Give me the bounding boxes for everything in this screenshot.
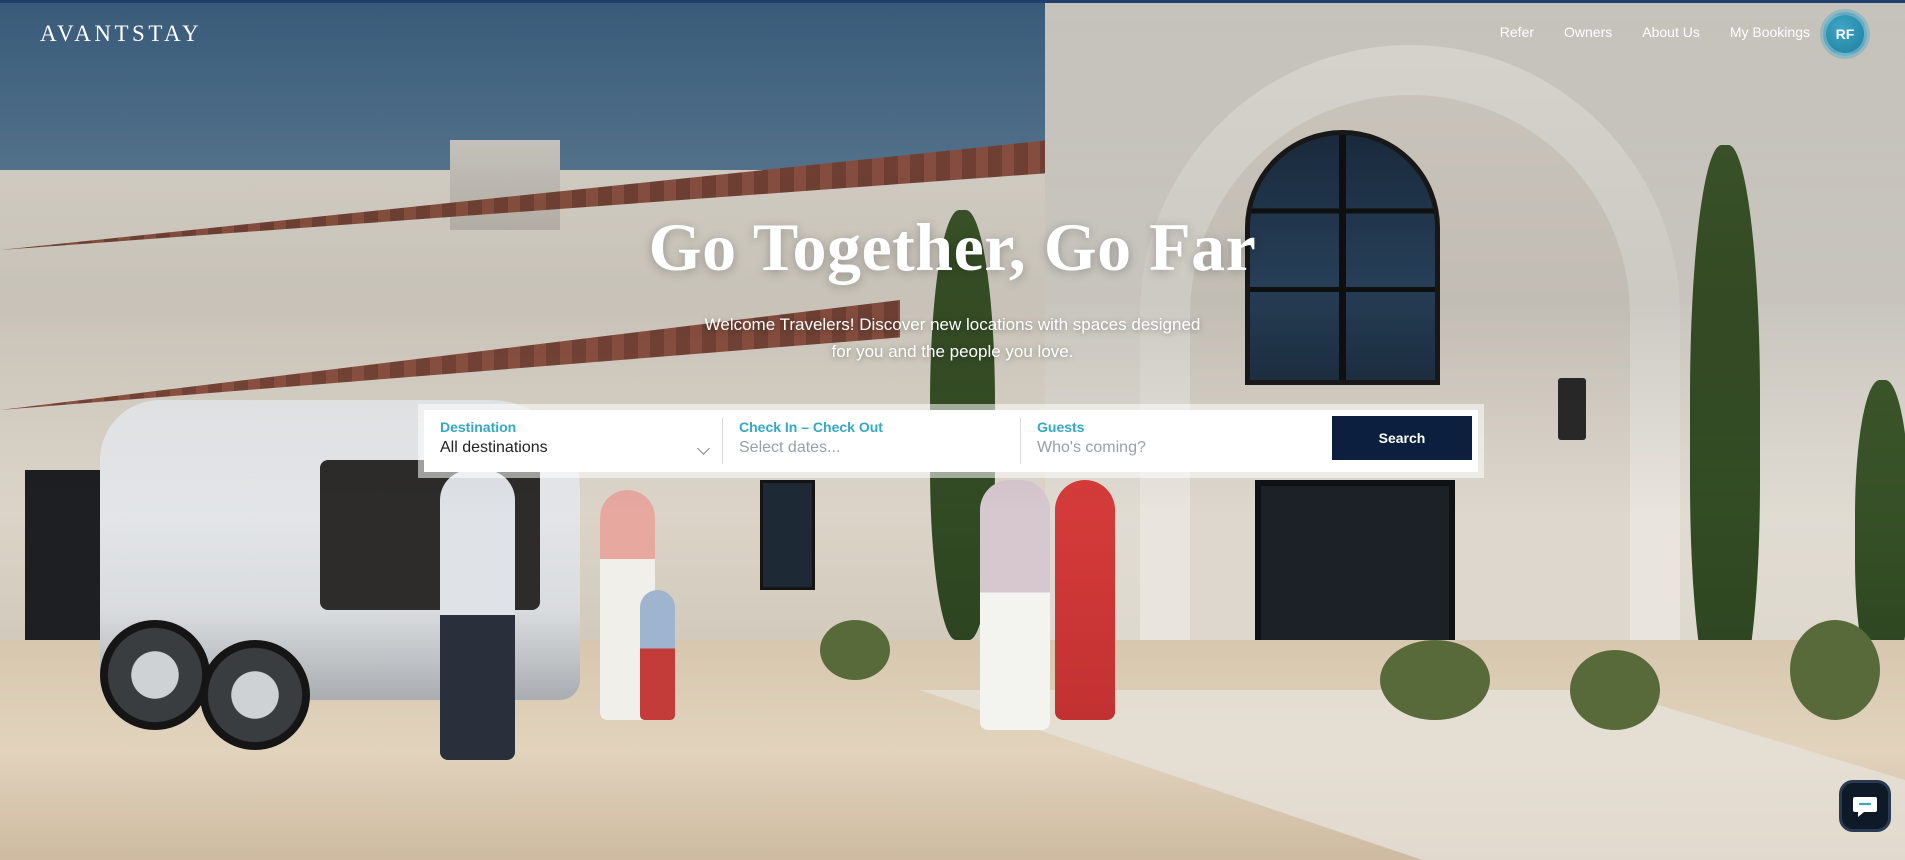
chat-bubble-icon [1853,797,1877,817]
hero-subtitle: Welcome Travelers! Discover new location… [704,315,1201,361]
destination-label: Destination [440,419,517,435]
nav-owners[interactable]: Owners [1564,24,1612,40]
user-avatar[interactable]: RF [1823,12,1867,56]
guests-field[interactable]: Guests Who's coming? [1020,418,1318,464]
hero-headline: Go Together, Go Far [648,209,1257,285]
site-logo[interactable]: AVANTSTAY [40,21,202,47]
nav-about-us[interactable]: About Us [1642,24,1700,40]
nav-refer[interactable]: Refer [1500,24,1534,40]
chat-widget-button[interactable] [1839,780,1891,832]
date-range-picker[interactable]: Check In – Check Out Select dates... [722,418,1020,464]
main-nav: Refer Owners About Us My Bookings [1500,24,1810,40]
dates-label: Check In – Check Out [739,419,883,435]
dates-placeholder: Select dates... [739,439,841,456]
destination-value: All destinations [440,439,548,456]
top-accent-bar [0,0,1905,3]
destination-select[interactable]: Destination All destinations [424,418,722,464]
search-bar-container: Destination All destinations Check In – … [418,404,1484,478]
search-bar: Destination All destinations Check In – … [424,410,1478,472]
guests-label: Guests [1037,419,1085,435]
search-button[interactable]: Search [1332,416,1472,460]
guests-placeholder: Who's coming? [1037,439,1146,456]
nav-my-bookings[interactable]: My Bookings [1730,24,1810,40]
